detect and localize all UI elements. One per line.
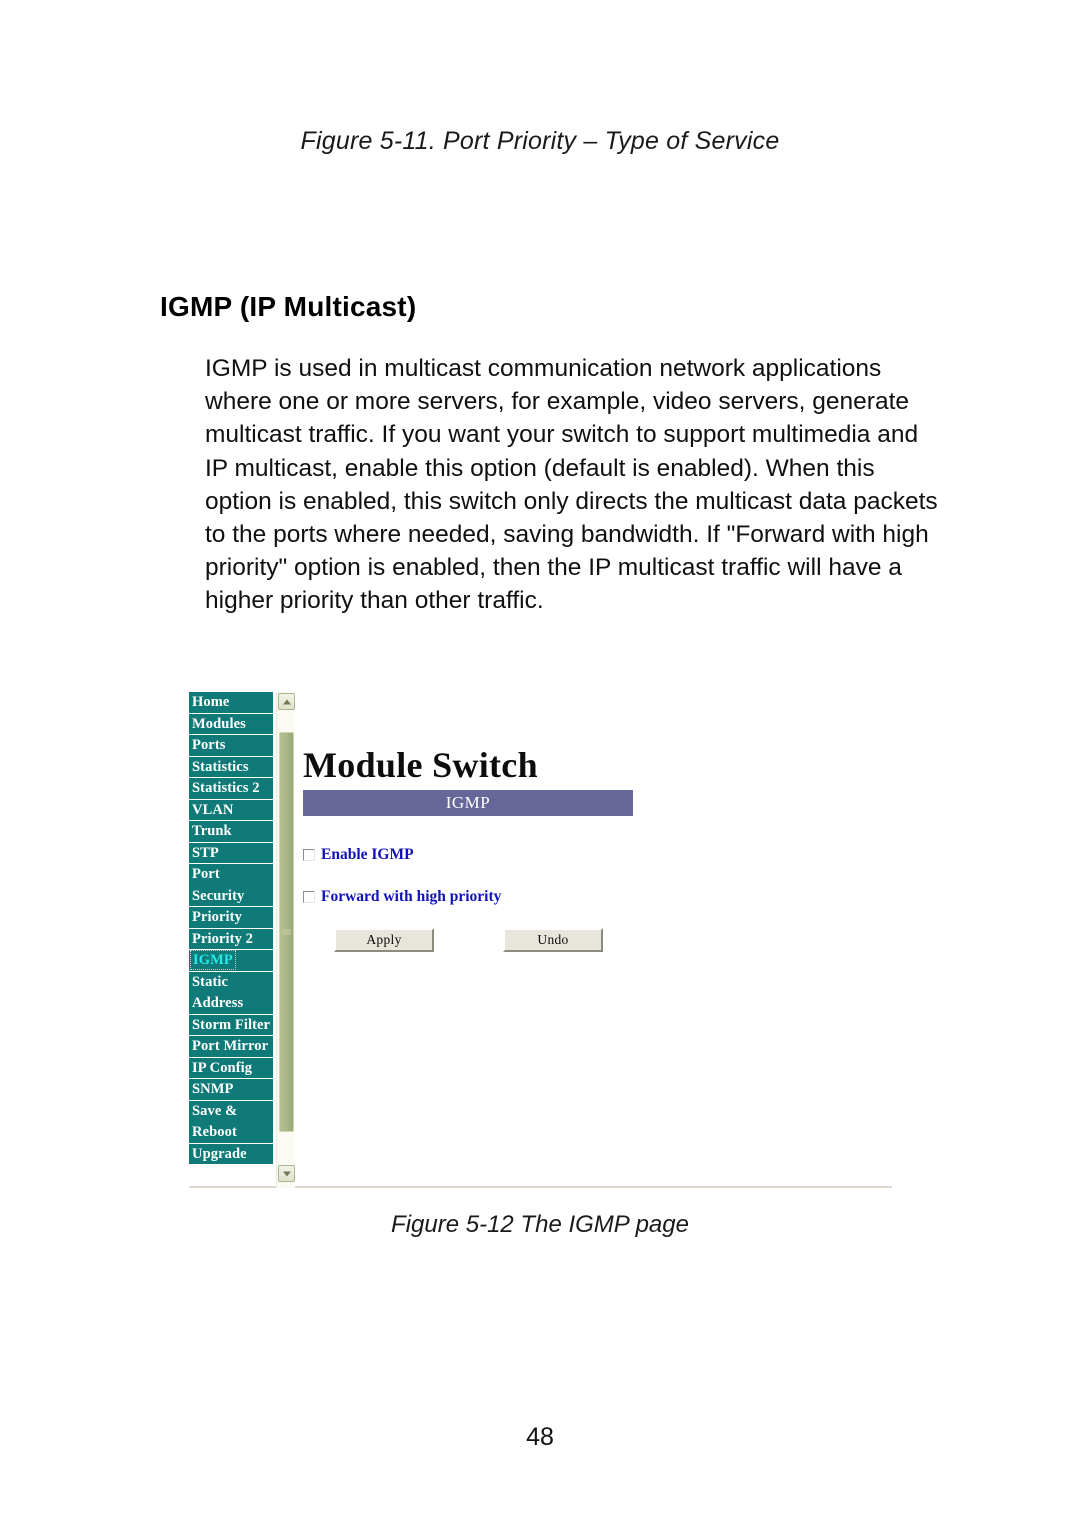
sidebar-item-label: Trunk [192,823,232,839]
sidebar-item-ip-config[interactable]: IP Config [189,1057,273,1079]
apply-button[interactable]: Apply [334,928,434,952]
scrollbar-grip-icon [283,928,291,936]
sidebar-item-igmp[interactable]: IGMP [189,950,273,972]
sidebar-item-label: Statistics [192,758,249,775]
page-number: 48 [526,1423,554,1451]
sidebar-item-label: Security [192,887,245,904]
sidebar-item-label: SNMP [192,1081,234,1097]
sidebar-item-port-security-line2[interactable]: Security [189,885,273,907]
sidebar-item-label: STP [192,844,219,861]
sidebar-item-home[interactable]: Home [189,692,273,714]
sidebar-item-storm-filter[interactable]: Storm Filter [189,1014,273,1036]
embedded-screenshot: Home Modules Ports Statistics Statistics… [189,692,892,1188]
sidebar-item-port-mirror[interactable]: Port Mirror [189,1036,273,1058]
sidebar-item-upgrade[interactable]: Upgrade [189,1143,273,1165]
sidebar-item-label: Modules [192,715,246,732]
scroll-up-arrow-icon[interactable] [278,693,295,710]
forward-high-priority-checkbox[interactable] [303,891,315,903]
sidebar-item-vlan[interactable]: VLAN [189,799,273,821]
sidebar-item-label: Home [192,694,230,710]
enable-igmp-label: Enable IGMP [321,846,414,863]
sidebar-item-label: Statistics 2 [192,780,260,796]
sidebar-item-label: Port Mirror [192,1038,269,1054]
sidebar-item-static-address-line2[interactable]: Address [189,993,273,1015]
forward-high-priority-row[interactable]: Forward with high priority [303,888,501,906]
sidebar-item-modules[interactable]: Modules [189,713,273,735]
sidebar-item-label: Save & [192,1102,238,1119]
sidebar-item-save-reboot-line2[interactable]: Reboot [189,1122,273,1144]
sidebar-item-snmp[interactable]: SNMP [189,1079,273,1101]
forward-high-priority-label: Forward with high priority [321,888,502,905]
sidebar-item-label: Static [192,973,229,990]
scroll-down-arrow-icon[interactable] [278,1165,295,1182]
sidebar-item-label: Priority 2 [192,930,253,947]
content-pane: Module Switch IGMP Enable IGMP Forward w… [301,692,892,1186]
figure-caption-bottom: Figure 5-12 The IGMP page [391,1211,689,1238]
sidebar-item-port-security-line1[interactable]: Port [189,864,273,886]
sidebar-item-label: Storm Filter [192,1016,271,1033]
sidebar-item-label: Priority [192,909,242,925]
sidebar-item-label: Upgrade [192,1145,247,1162]
paragraph: IGMP is used in multicast communication … [205,355,938,615]
vertical-scrollbar[interactable] [276,692,295,1188]
igmp-banner: IGMP [303,790,633,816]
chevron-up-icon [282,699,291,704]
sidebar-item-label: VLAN [192,801,234,818]
page-title: IGMP (IP Multicast) [160,290,417,322]
sidebar-item-priority-2[interactable]: Priority 2 [189,928,273,950]
sidebar-item-static-address-line1[interactable]: Static [189,971,273,993]
sidebar-nav: Home Modules Ports Statistics Statistics… [189,692,273,1165]
body-text: IGMP is used in multicast communication … [205,352,945,618]
sidebar-item-label: Address [192,995,244,1011]
sidebar-item-label: IGMP [190,950,236,970]
figure-caption-top: Figure 5-11. Port Priority – Type of Ser… [300,127,780,155]
chevron-down-icon [282,1171,291,1176]
enable-igmp-row[interactable]: Enable IGMP [303,846,414,864]
sidebar-item-statistics[interactable]: Statistics [189,756,273,778]
undo-button[interactable]: Undo [503,928,603,952]
sidebar-item-label: Ports [192,737,226,753]
sidebar-item-save-reboot-line1[interactable]: Save & [189,1100,273,1122]
sidebar-item-trunk[interactable]: Trunk [189,821,273,843]
sidebar-item-label: Reboot [192,1124,237,1140]
module-switch-title: Module Switch [303,745,538,785]
sidebar-item-label: IP Config [192,1059,253,1076]
sidebar-item-stp[interactable]: STP [189,842,273,864]
sidebar-item-priority[interactable]: Priority [189,907,273,929]
sidebar-item-label: Port [192,866,220,882]
scrollbar-thumb[interactable] [279,732,294,1132]
sidebar-item-statistics-2[interactable]: Statistics 2 [189,778,273,800]
enable-igmp-checkbox[interactable] [303,849,315,861]
sidebar-item-ports[interactable]: Ports [189,735,273,757]
